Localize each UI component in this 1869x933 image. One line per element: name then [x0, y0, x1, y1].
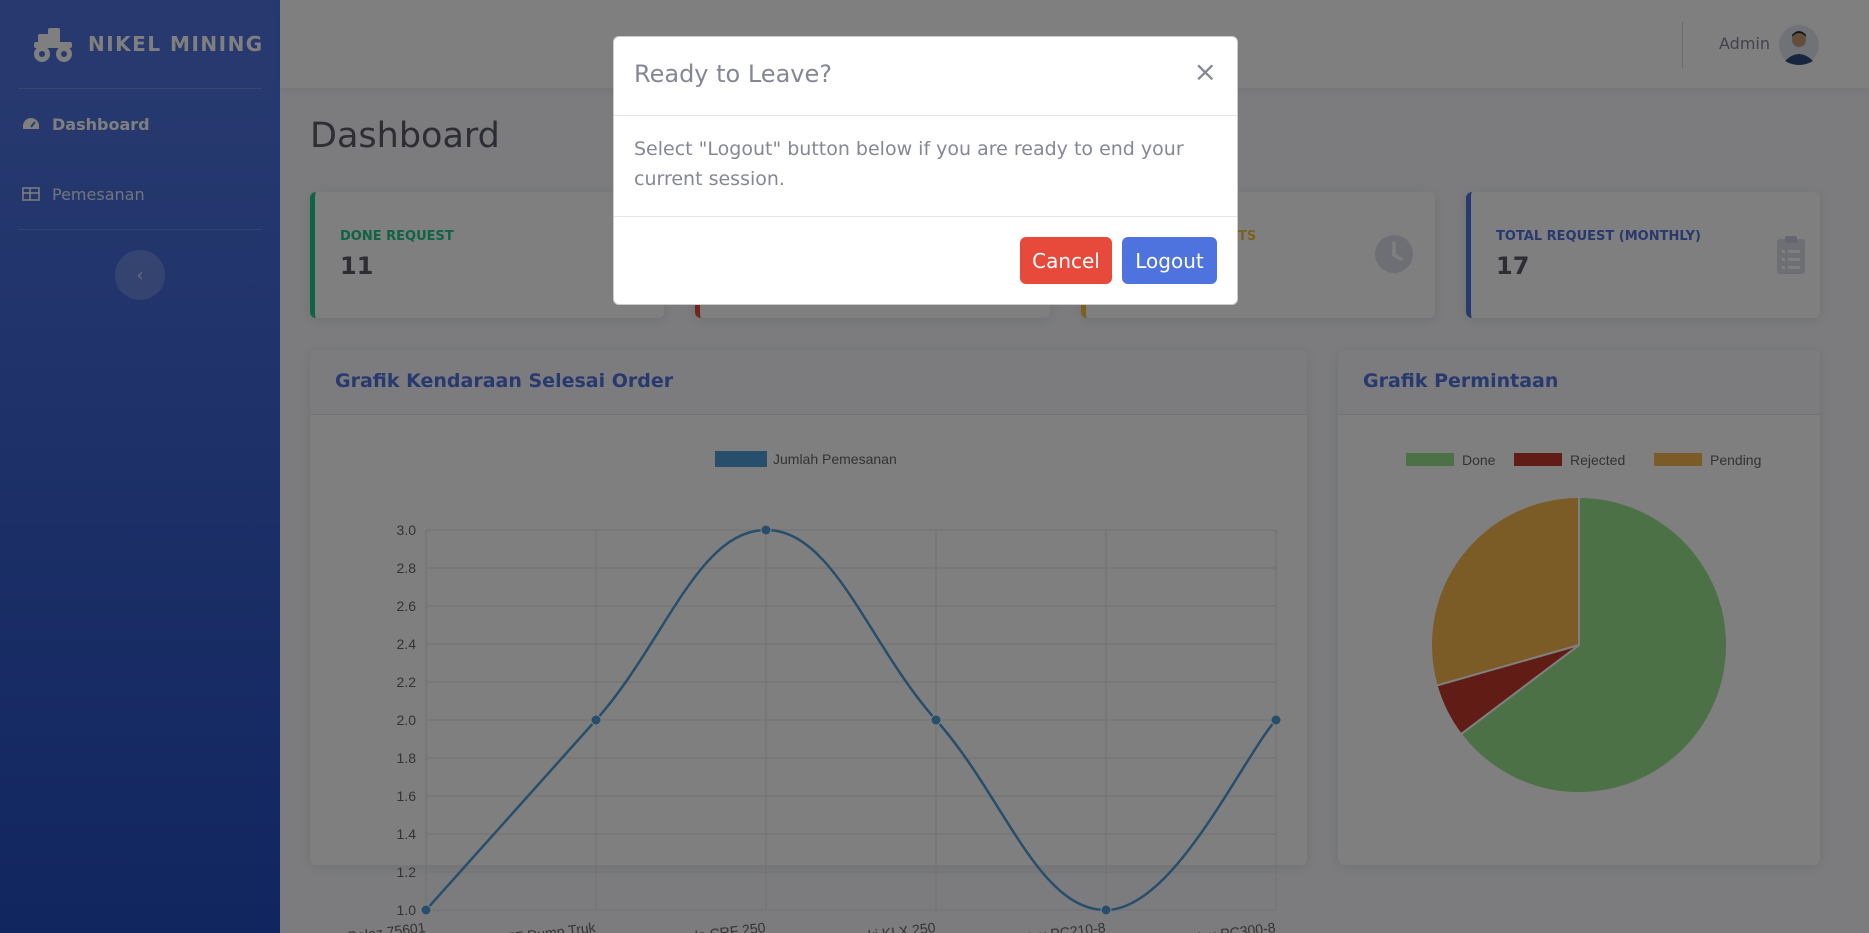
close-icon[interactable]: ×	[1194, 55, 1217, 88]
modal-title: Ready to Leave?	[634, 60, 832, 88]
modal-message: Select "Logout" button below if you are …	[614, 116, 1237, 217]
cancel-button[interactable]: Cancel	[1020, 237, 1112, 284]
modal-footer: Cancel Logout	[614, 217, 1237, 305]
logout-button[interactable]: Logout	[1122, 237, 1217, 284]
modal-header: Ready to Leave? ×	[614, 37, 1237, 116]
logout-modal: Ready to Leave? × Select "Logout" button…	[613, 36, 1238, 305]
